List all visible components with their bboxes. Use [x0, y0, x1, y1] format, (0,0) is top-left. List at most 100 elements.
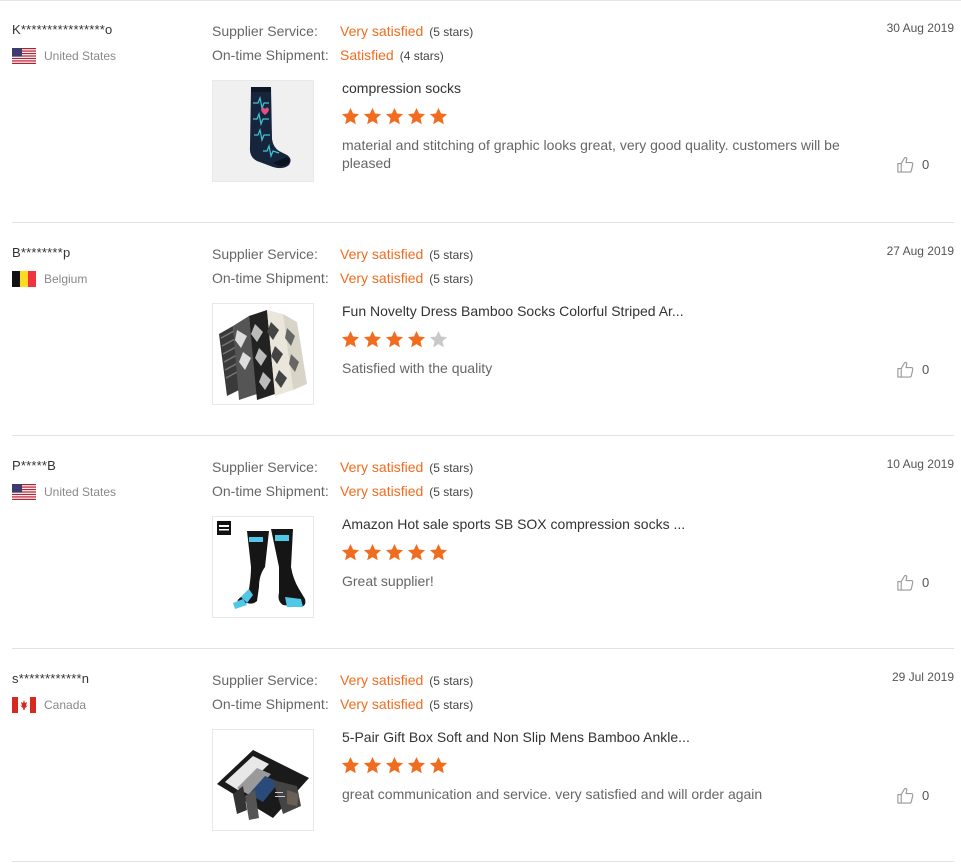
like-count: 0 — [922, 157, 930, 172]
be-flag-icon — [12, 271, 36, 287]
like-button[interactable]: 0 — [896, 786, 929, 805]
supplier-service-label: Supplier Service: — [212, 459, 318, 475]
star-filled-icon — [385, 330, 404, 348]
shipment-value: Satisfied — [340, 47, 394, 63]
buyer-country: United States — [12, 48, 116, 64]
review-date: 29 Jul 2019 — [891, 670, 954, 684]
thumbs-up-icon — [897, 156, 914, 173]
supplier-service-stars: (5 stars) — [429, 25, 474, 39]
product-title-link[interactable]: Fun Novelty Dress Bamboo Socks Colorful … — [342, 303, 684, 319]
review-comment: great communication and service. very sa… — [342, 786, 763, 802]
review-item: K****************o United States Supplie… — [0, 0, 961, 223]
supplier-service-value: Very satisfied — [340, 246, 424, 262]
supplier-service-stars: (5 stars) — [429, 461, 474, 475]
buyer-name: s************n — [12, 671, 90, 686]
product-title-link[interactable]: compression socks — [342, 80, 461, 96]
shipment-label: On-time Shipment: — [212, 483, 329, 499]
like-count: 0 — [922, 575, 930, 590]
shipment-label: On-time Shipment: — [212, 696, 329, 712]
us-flag-icon — [12, 484, 36, 500]
supplier-service-stars: (5 stars) — [429, 674, 474, 688]
country-name: United States — [44, 485, 117, 499]
product-rating-stars — [341, 107, 448, 126]
supplier-service-value: Very satisfied — [340, 459, 424, 475]
shipment-value: Very satisfied — [340, 483, 424, 499]
review-item: s************n Canada Supplier Service: V… — [0, 649, 961, 862]
product-title-link[interactable]: 5-Pair Gift Box Soft and Non Slip Mens B… — [342, 729, 690, 745]
product-title-link[interactable]: Amazon Hot sale sports SB SOX compressio… — [342, 516, 685, 532]
shipment-rating: On-time Shipment: Very satisfied (5 stars) — [212, 270, 473, 286]
supplier-service-rating: Supplier Service: Very satisfied (5 stars) — [212, 246, 473, 262]
shipment-rating: On-time Shipment: Satisfied (4 stars) — [212, 47, 444, 63]
country-name: Belgium — [44, 272, 88, 286]
product-thumbnail[interactable] — [212, 80, 314, 182]
like-button[interactable]: 0 — [896, 573, 929, 592]
shipment-label: On-time Shipment: — [212, 270, 329, 286]
star-filled-icon — [363, 330, 382, 348]
star-filled-icon — [407, 756, 426, 774]
review-divider — [12, 861, 954, 862]
star-filled-icon — [429, 107, 448, 125]
star-filled-icon — [407, 543, 426, 561]
supplier-service-label: Supplier Service: — [212, 23, 318, 39]
thumbs-up-icon — [897, 574, 914, 591]
buyer-name: K****************o — [12, 22, 113, 37]
like-button[interactable]: 0 — [896, 360, 929, 379]
shipment-rating: On-time Shipment: Very satisfied (5 stars) — [212, 483, 473, 499]
supplier-service-value: Very satisfied — [340, 672, 424, 688]
star-filled-icon — [341, 107, 360, 125]
review-comment: Satisfied with the quality — [342, 360, 493, 376]
review-item: P*****B United States Supplier Service: V… — [0, 436, 961, 649]
product-thumbnail[interactable] — [212, 303, 314, 405]
shipment-stars: (5 stars) — [429, 698, 474, 712]
thumbs-up-icon — [897, 787, 914, 804]
buyer-name: P*****B — [12, 458, 57, 473]
star-filled-icon — [385, 756, 404, 774]
like-button[interactable]: 0 — [896, 155, 929, 174]
like-count: 0 — [922, 362, 930, 377]
shipment-value: Very satisfied — [340, 696, 424, 712]
shipment-value: Very satisfied — [340, 270, 424, 286]
star-filled-icon — [341, 543, 360, 561]
country-name: Canada — [44, 698, 87, 712]
supplier-service-stars: (5 stars) — [429, 248, 474, 262]
buyer-name: B********p — [12, 245, 71, 260]
product-thumbnail[interactable] — [212, 516, 314, 618]
buyer-country: United States — [12, 484, 116, 500]
buyer-country: Canada — [12, 697, 86, 713]
star-filled-icon — [407, 107, 426, 125]
review-item: B********p Belgium Supplier Service: Very… — [0, 223, 961, 436]
star-filled-icon — [429, 543, 448, 561]
shipment-stars: (5 stars) — [429, 485, 474, 499]
supplier-service-rating: Supplier Service: Very satisfied (5 stars) — [212, 459, 473, 475]
star-filled-icon — [429, 756, 448, 774]
review-date: 30 Aug 2019 — [886, 21, 954, 35]
shipment-label: On-time Shipment: — [212, 47, 329, 63]
product-thumbnail[interactable] — [212, 729, 314, 831]
star-empty-icon — [429, 330, 448, 348]
supplier-service-label: Supplier Service: — [212, 672, 318, 688]
ca-flag-icon — [12, 697, 36, 713]
us-flag-icon — [12, 48, 36, 64]
review-comment: Great supplier! — [342, 573, 434, 589]
review-comment: material and stitching of graphic looks … — [342, 137, 840, 171]
buyer-country: Belgium — [12, 271, 87, 287]
shipment-stars: (5 stars) — [429, 272, 474, 286]
star-filled-icon — [363, 543, 382, 561]
star-filled-icon — [341, 756, 360, 774]
star-filled-icon — [341, 330, 360, 348]
like-count: 0 — [922, 788, 930, 803]
product-rating-stars — [341, 756, 448, 775]
star-filled-icon — [385, 543, 404, 561]
supplier-service-label: Supplier Service: — [212, 246, 318, 262]
supplier-service-rating: Supplier Service: Very satisfied (5 stars) — [212, 672, 473, 688]
review-date: 10 Aug 2019 — [886, 457, 954, 471]
star-filled-icon — [385, 107, 404, 125]
thumbs-up-icon — [897, 361, 914, 378]
product-rating-stars — [341, 543, 448, 562]
supplier-service-value: Very satisfied — [340, 23, 424, 39]
star-filled-icon — [407, 330, 426, 348]
star-filled-icon — [363, 756, 382, 774]
shipment-rating: On-time Shipment: Very satisfied (5 stars) — [212, 696, 473, 712]
shipment-stars: (4 stars) — [399, 49, 444, 63]
